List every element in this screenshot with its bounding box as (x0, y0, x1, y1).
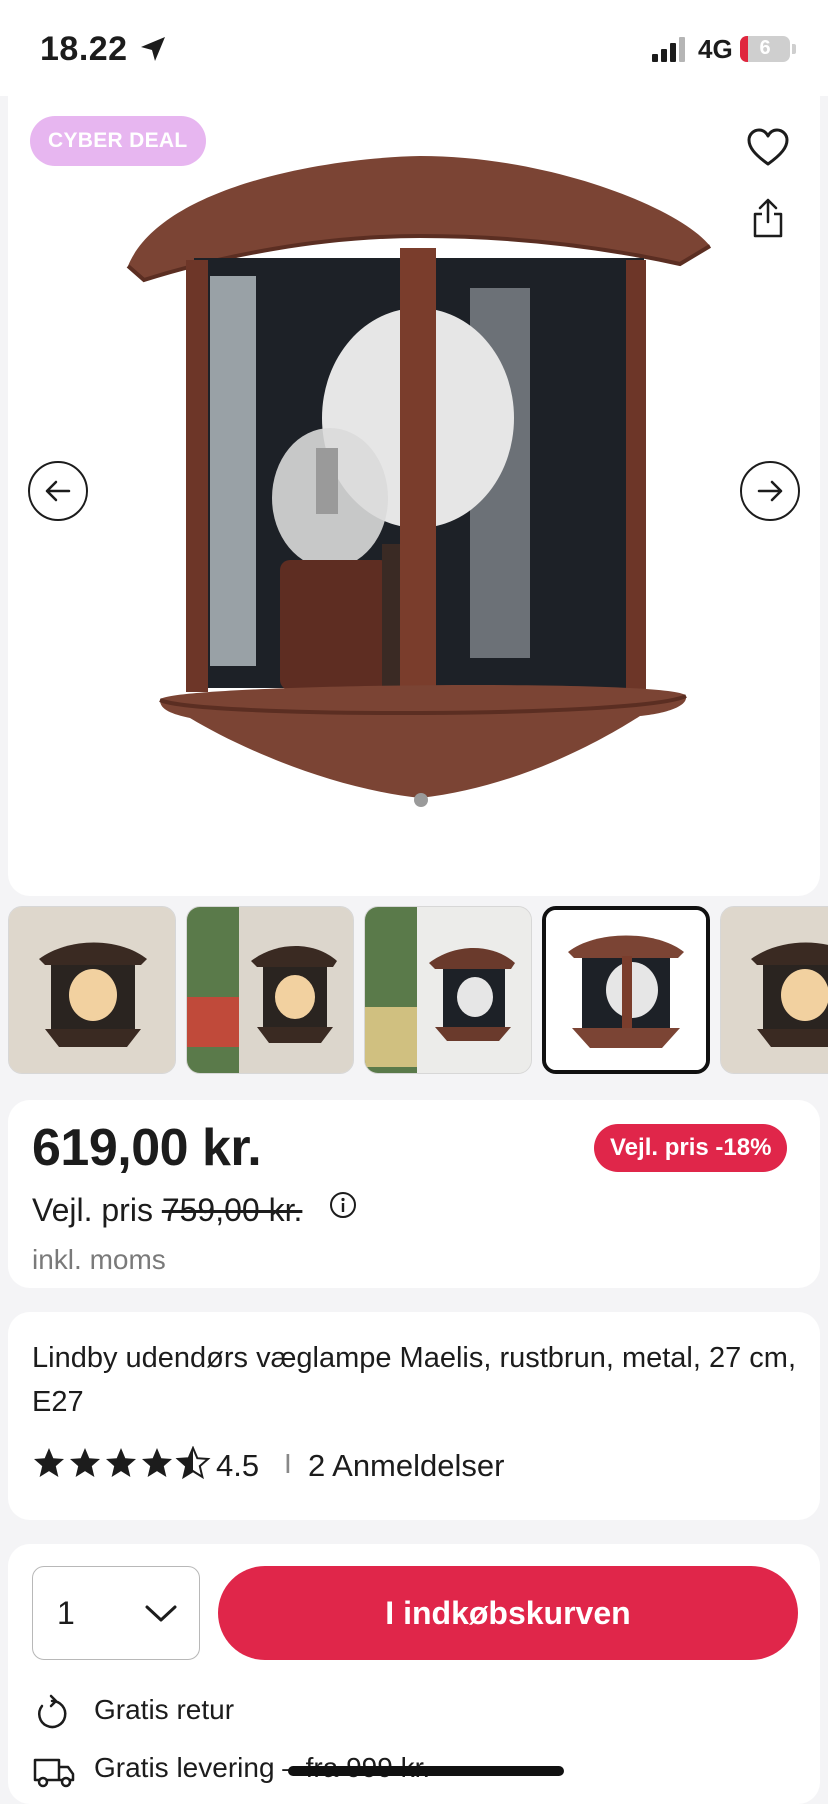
recommended-price: Vejl. pris 759,00 kr. (32, 1192, 302, 1229)
thumbnail-image (721, 907, 828, 1073)
price-card: 619,00 kr. Vejl. pris -18% Vejl. pris 75… (8, 1100, 820, 1288)
thumbnail-5[interactable] (720, 906, 828, 1074)
current-price: 619,00 kr. (32, 1119, 262, 1177)
previous-image-button[interactable] (28, 461, 88, 521)
thumbnail-3[interactable] (364, 906, 532, 1074)
arrow-right-icon (757, 480, 783, 502)
thumbnail-1[interactable] (8, 906, 176, 1074)
battery-level: 6 (759, 37, 771, 59)
thumbnail-4[interactable] (542, 906, 710, 1074)
signal-icon (652, 34, 688, 62)
chevron-down-icon (145, 1605, 177, 1622)
rating-value: 4.5 (216, 1448, 260, 1483)
free-returns-feature: Gratis retur (32, 1694, 532, 1734)
next-image-button[interactable] (740, 461, 800, 521)
reviews-link[interactable]: 2 Anmeldelser (308, 1448, 504, 1484)
product-gallery[interactable]: CYBER DEAL (8, 96, 820, 896)
rating-separator: I (284, 1448, 292, 1479)
vat-note: inkl. moms (32, 1244, 166, 1275)
truck-icon (33, 1758, 75, 1788)
star-rating-icon[interactable] (32, 1446, 212, 1482)
thumbnail-image (187, 907, 353, 1073)
quantity-select[interactable]: 1 (32, 1566, 200, 1660)
product-info-card: Lindby udendørs væglampe Maelis, rustbru… (8, 1312, 820, 1520)
thumbnail-image (9, 907, 175, 1073)
arrow-left-icon (45, 480, 71, 502)
battery-icon: 6 (740, 36, 790, 62)
thumbnail-image (546, 910, 706, 1070)
rrp-value: 759,00 kr. (161, 1192, 303, 1228)
discount-badge: Vejl. pris -18% (594, 1124, 788, 1172)
return-icon (38, 1694, 67, 1729)
thumbnail-strip[interactable] (0, 904, 828, 1076)
home-indicator[interactable] (288, 1766, 564, 1776)
status-time: 18.22 (40, 30, 128, 68)
rrp-label: Vejl. pris (32, 1192, 153, 1228)
product-image (126, 156, 712, 807)
network-type: 4G (698, 34, 733, 64)
thumbnail-image (365, 907, 531, 1073)
heart-icon[interactable] (744, 124, 792, 172)
share-icon[interactable] (748, 196, 788, 240)
thumbnail-2[interactable] (186, 906, 354, 1074)
product-title: Lindby udendørs væglampe Maelis, rustbru… (32, 1342, 797, 1418)
quantity-value: 1 (57, 1595, 75, 1631)
free-returns-label: Gratis retur (94, 1694, 235, 1725)
battery-tip (792, 44, 796, 54)
info-icon[interactable] (328, 1190, 358, 1220)
location-arrow-icon (141, 37, 165, 61)
purchase-card: 1 I indkøbskurven Gratis retur Gratis le… (8, 1544, 820, 1804)
add-to-cart-button[interactable]: I indkøbskurven (218, 1566, 798, 1660)
status-bar: 18.22 4G 6 (0, 0, 828, 96)
